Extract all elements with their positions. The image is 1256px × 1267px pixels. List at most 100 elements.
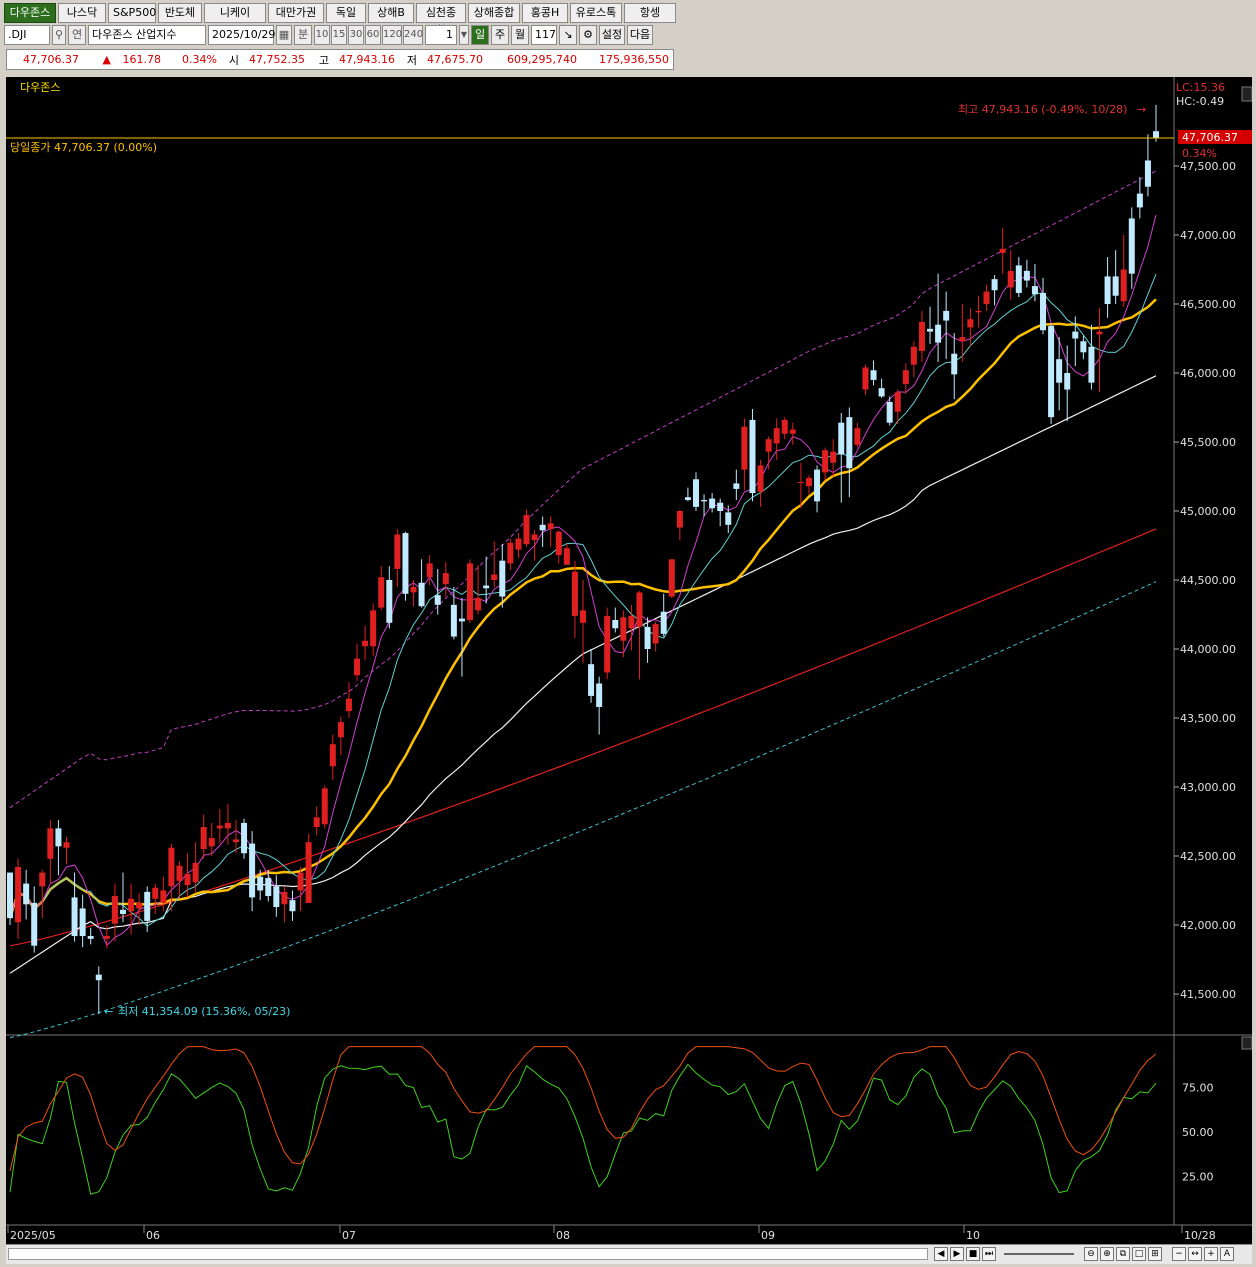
- hc-label: HC:-0.49: [1176, 95, 1224, 108]
- search-icon[interactable]: ⚲: [52, 25, 66, 45]
- max-label: 최고 47,943.16 (-0.49%, 10/28): [958, 103, 1127, 116]
- copy-icon[interactable]: ⧉: [1116, 1247, 1130, 1261]
- candle-body: [507, 542, 514, 564]
- upper-band-line: [9, 170, 1157, 809]
- y-tick-label: 46,000.00: [1180, 367, 1236, 380]
- tab-4[interactable]: 니케이: [204, 3, 266, 23]
- candle-body: [959, 337, 966, 342]
- minute-option-30[interactable]: 30: [348, 25, 364, 45]
- play-icon[interactable]: ▶: [950, 1247, 964, 1261]
- candle-body: [402, 533, 409, 594]
- minute-option-240[interactable]: 240: [403, 25, 423, 45]
- candle-body: [55, 828, 62, 847]
- candle-body: [119, 909, 126, 914]
- chart-toolbar: .DJI ⚲ 연 다우존스 산업지수 2025/10/29 ▦ 분 10 15 30…: [4, 24, 653, 46]
- tab-2[interactable]: S&P500: [108, 3, 156, 23]
- window-icon[interactable]: □: [1132, 1247, 1146, 1261]
- osc-fast-line: [9, 1063, 1157, 1195]
- candle-body: [854, 428, 861, 445]
- candle-body: [539, 524, 546, 531]
- candle-body: [1080, 341, 1087, 353]
- grid-icon[interactable]: ⊞: [1148, 1247, 1162, 1261]
- tab-8[interactable]: 심천종합: [416, 3, 466, 37]
- price-chart[interactable]: 47,500.00 47,000.00 46,500.00 46,000.00 45,5…: [6, 77, 1253, 1244]
- candle-body: [136, 902, 143, 909]
- candle-body: [491, 574, 498, 580]
- chart-scroll-bar[interactable]: ◀ ▶ ■ ⏭ ⊖ ⊕ ⧉ □ ⊞ − ↔ + A: [6, 1244, 1252, 1264]
- candle-body: [1031, 286, 1038, 295]
- chart-canvas[interactable]: 47,500.00 47,000.00 46,500.00 46,000.00 45,5…: [6, 77, 1253, 1244]
- candle-body: [1144, 160, 1151, 187]
- minute-options: 10 15 30 60 120 240: [314, 25, 423, 45]
- tab-0[interactable]: 다우존스: [4, 3, 56, 23]
- tab-12[interactable]: 항셍: [624, 3, 676, 23]
- candle-body: [862, 367, 869, 390]
- candle-body: [1128, 218, 1135, 274]
- candle-body: [692, 479, 699, 507]
- candle-body: [797, 482, 804, 484]
- stop-icon[interactable]: ■: [966, 1247, 980, 1261]
- price-box-value: 47,706.37: [1182, 131, 1238, 144]
- candle-body: [555, 531, 562, 556]
- draw-tool-icon[interactable]: ↘: [559, 25, 577, 45]
- pane-scroll-button: [1241, 86, 1253, 102]
- plus-icon[interactable]: +: [1204, 1247, 1218, 1261]
- count-input[interactable]: 1: [425, 25, 457, 45]
- osc-tick-label: 50.00: [1182, 1126, 1214, 1139]
- tab-5[interactable]: 대만가권: [268, 3, 324, 23]
- candle-body: [636, 592, 643, 627]
- candle-body: [144, 891, 151, 921]
- week-button[interactable]: 주: [491, 25, 509, 45]
- candle-body: [216, 825, 223, 829]
- symbol-code-input[interactable]: .DJI: [4, 25, 50, 45]
- settings-button[interactable]: 설정: [599, 25, 625, 45]
- candle-body: [531, 534, 538, 540]
- candle-body: [386, 580, 393, 623]
- code-type-button[interactable]: 연: [68, 25, 86, 45]
- minute-unit-button[interactable]: 분: [294, 25, 312, 45]
- day-button[interactable]: 일: [471, 25, 489, 45]
- tab-9[interactable]: 상해종합: [468, 3, 520, 23]
- month-button[interactable]: 월: [511, 25, 529, 45]
- candle-body: [951, 353, 958, 375]
- minute-option-120[interactable]: 120: [382, 25, 402, 45]
- bar-count-input[interactable]: 117: [531, 25, 557, 45]
- count-spin-icon[interactable]: ▼: [459, 25, 469, 45]
- calendar-icon[interactable]: ▦: [276, 25, 292, 45]
- y-tick-label: 47,500.00: [1180, 160, 1236, 173]
- tab-6[interactable]: 독일: [326, 3, 366, 23]
- current-price: 47,706.37: [23, 53, 79, 66]
- candle-body: [442, 573, 449, 585]
- minute-option-15[interactable]: 15: [331, 25, 347, 45]
- minute-option-10[interactable]: 10: [314, 25, 330, 45]
- tab-3[interactable]: 반도체: [158, 3, 202, 23]
- minute-option-60[interactable]: 60: [365, 25, 381, 45]
- zoom-in-icon[interactable]: ⊕: [1100, 1247, 1114, 1261]
- scroll-left-icon[interactable]: ◀: [934, 1247, 948, 1261]
- candle-body: [846, 417, 853, 469]
- tab-11[interactable]: 유로스톡: [570, 3, 622, 23]
- date-field[interactable]: 2025/10/29: [208, 25, 275, 45]
- tab-10[interactable]: 홍콩H: [522, 3, 568, 23]
- candle-body: [830, 451, 837, 463]
- next-button[interactable]: 다음: [627, 25, 653, 45]
- scroll-track[interactable]: [8, 1248, 928, 1260]
- font-size-icon[interactable]: A: [1220, 1247, 1234, 1261]
- tab-7[interactable]: 상해B: [368, 3, 414, 23]
- candle-body: [1136, 193, 1143, 208]
- zoom-out-icon[interactable]: ⊖: [1084, 1247, 1098, 1261]
- arrows-icon[interactable]: ↔: [1188, 1247, 1202, 1261]
- end-icon[interactable]: ⏭: [982, 1247, 996, 1261]
- candle-body: [604, 615, 611, 673]
- candle-body: [192, 862, 199, 883]
- candle-body: [483, 585, 490, 589]
- candle-body: [257, 876, 264, 891]
- zoom-slider[interactable]: [1004, 1253, 1074, 1255]
- low-label: 저: [406, 53, 417, 67]
- gear-icon[interactable]: ⚙: [579, 25, 597, 45]
- low-price: 47,675.70: [427, 53, 483, 66]
- candle-body: [232, 839, 239, 843]
- candle-body: [927, 328, 934, 332]
- minus-icon[interactable]: −: [1172, 1247, 1186, 1261]
- tab-1[interactable]: 나스닥: [58, 3, 106, 23]
